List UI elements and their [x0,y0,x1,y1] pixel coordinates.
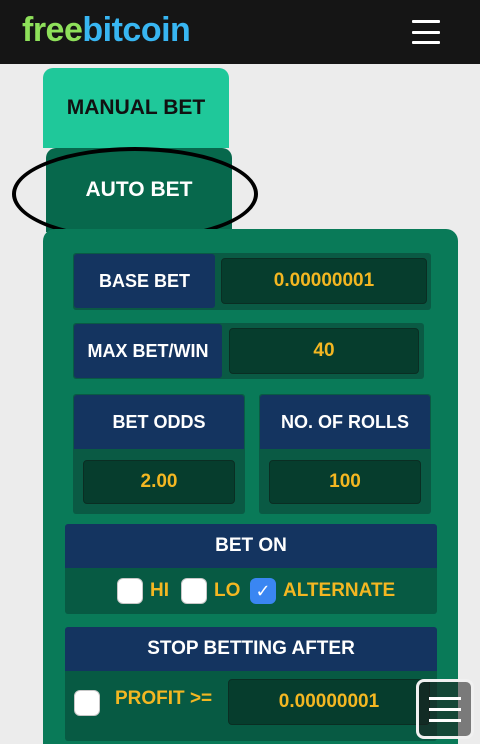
profit-label: PROFIT >= [115,688,213,709]
alternate-checkbox[interactable]: ✓ [250,578,276,604]
lo-checkbox[interactable] [181,578,207,604]
top-header: freebitcoin [0,0,480,64]
hamburger-line [412,30,440,34]
bet-on-lo-option[interactable]: LO [181,578,240,604]
tab-manual-bet[interactable]: MANUAL BET [43,68,229,148]
auto-bet-panel: BASE BET 0.00000001 MAX BET/WIN 40 BET O… [43,229,458,744]
max-bet-input[interactable]: 40 [229,328,419,374]
bet-odds-input[interactable]: 2.00 [83,460,235,504]
rolls-input[interactable]: 100 [269,460,421,504]
bet-on-title: BET ON [65,524,437,568]
tab-auto-bet[interactable]: AUTO BET [46,148,232,232]
rolls-label: NO. OF ROLLS [260,395,430,449]
hi-label: HI [150,580,169,601]
hamburger-line [412,41,440,44]
max-bet-label: MAX BET/WIN [74,324,222,378]
stop-betting-title: STOP BETTING AFTER [65,627,437,671]
menu-line [429,718,461,722]
floating-menu-icon[interactable] [416,679,474,739]
menu-line [429,696,461,700]
checkmark-icon: ✓ [255,580,271,601]
menu-line [429,707,461,711]
bet-on-hi-option[interactable]: HI [117,578,169,604]
lo-label: LO [214,580,241,601]
alternate-label: ALTERNATE [283,580,396,601]
logo-bitcoin-text: bitcoin [82,11,191,49]
profit-input[interactable]: 0.00000001 [228,679,430,725]
base-bet-label: BASE BET [74,254,215,308]
profit-checkbox[interactable] [74,690,100,716]
bet-odds-label: BET ODDS [74,395,244,449]
logo-free-text: free [22,11,83,49]
hi-checkbox[interactable] [117,578,143,604]
bet-on-alternate-option[interactable]: ✓ ALTERNATE [250,578,395,604]
base-bet-input[interactable]: 0.00000001 [221,258,427,304]
hamburger-line [412,20,440,23]
hamburger-icon[interactable] [412,20,440,44]
freebitcoin-logo[interactable]: freebitcoin [22,10,191,50]
